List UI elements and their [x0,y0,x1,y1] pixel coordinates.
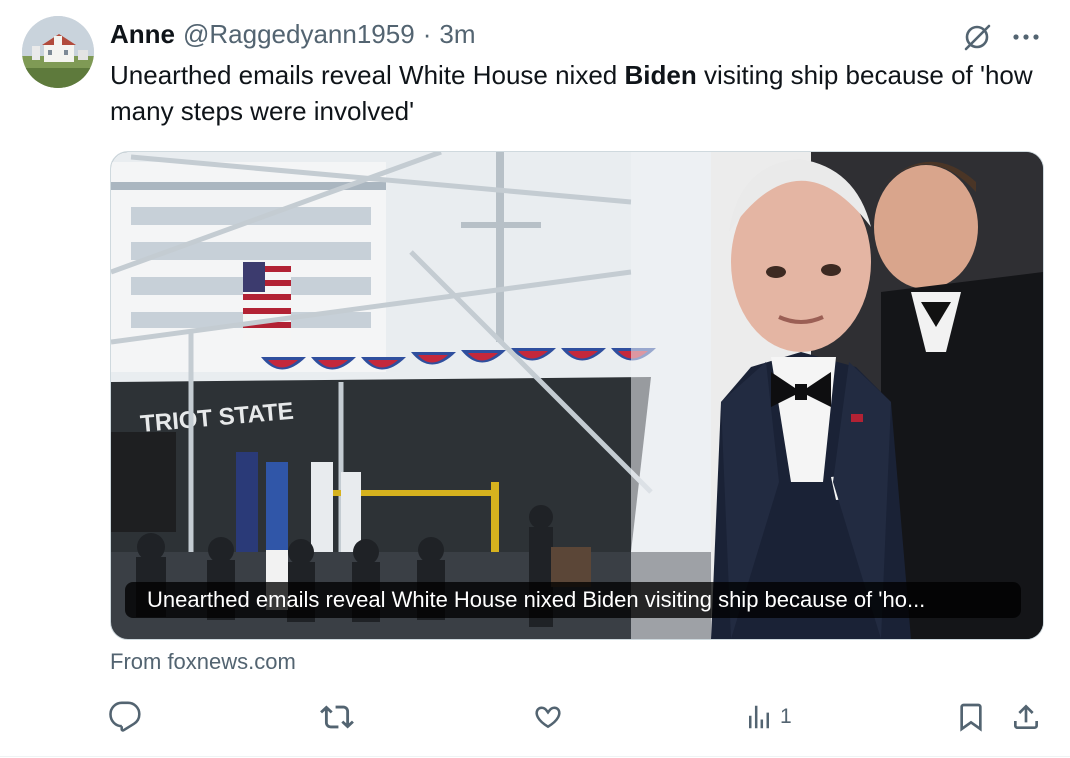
like-button[interactable] [531,695,571,739]
views-count: 1 [780,705,792,728]
grok-icon[interactable] [962,22,992,52]
timestamp[interactable]: 3m [439,19,475,49]
card-source[interactable]: From foxnews.com [110,648,296,676]
bookmark-button[interactable] [955,695,987,739]
action-bar: 1 [0,695,1070,739]
card-image: TRIOT STATE [111,152,1043,639]
share-button[interactable] [1010,695,1042,739]
card-caption[interactable]: Unearthed emails reveal White House nixe… [125,582,1021,618]
repost-icon [320,705,354,729]
tweet-text: Unearthed emails reveal White House nixe… [110,57,1050,129]
share-icon [1014,704,1038,729]
divider [0,756,1070,757]
tweet-text-bold: Biden [624,60,697,90]
heart-icon [535,706,561,729]
tweet-header: Anne @Raggedyann1959 · 3m [110,19,476,49]
tweet-text-start: Unearthed emails reveal White House nixe… [110,60,625,90]
reply-icon [109,701,141,732]
bookmark-icon [960,703,982,732]
more-dots-icon[interactable] [1011,24,1041,50]
tweet[interactable]: Anne @Raggedyann1959 · 3m Unearthed emai… [0,0,1070,758]
avatar-farmhouse-image [22,16,94,88]
repost-button[interactable] [319,695,361,739]
link-card[interactable]: TRIOT STATE Unearthed emails reveal Whit… [110,151,1044,640]
user-handle[interactable]: @Raggedyann1959 [183,19,415,49]
separator-dot: · [422,19,432,49]
reply-button[interactable] [108,695,148,739]
avatar[interactable] [22,16,94,88]
views-button[interactable]: 1 [744,695,792,739]
analytics-icon [749,705,769,729]
display-name[interactable]: Anne [110,19,175,49]
